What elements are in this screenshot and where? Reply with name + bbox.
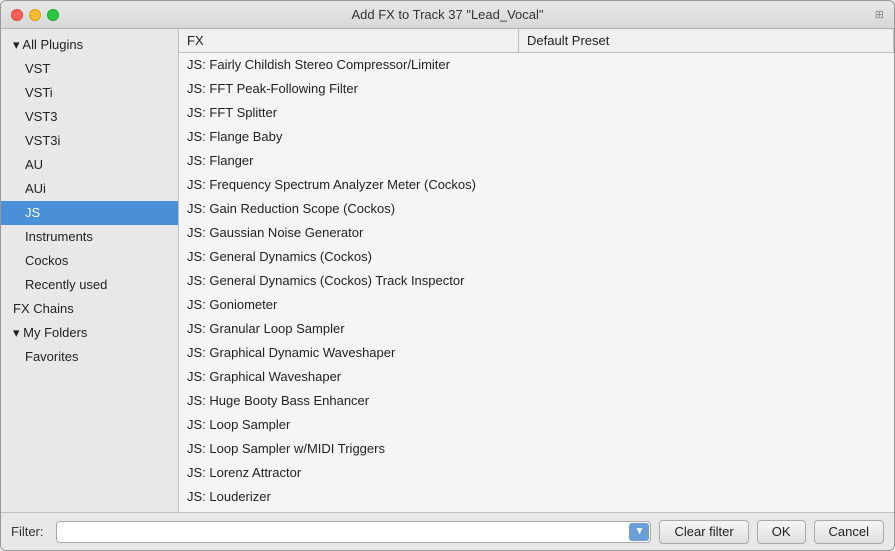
fx-list-item[interactable]: JS: Graphical Waveshaper <box>179 365 894 389</box>
ok-button[interactable]: OK <box>757 520 806 544</box>
filter-dropdown-button[interactable]: ▼ <box>629 523 649 541</box>
filter-label: Filter: <box>11 524 44 539</box>
sidebar-item-instruments[interactable]: Instruments <box>1 225 178 249</box>
main-window: Add FX to Track 37 "Lead_Vocal" ⊞ ▾ All … <box>0 0 895 551</box>
fx-list-item[interactable]: JS: Goniometer <box>179 293 894 317</box>
sidebar-item-recently-used[interactable]: Recently used <box>1 273 178 297</box>
fx-list-item[interactable]: JS: General Dynamics (Cockos) Track Insp… <box>179 269 894 293</box>
titlebar: Add FX to Track 37 "Lead_Vocal" ⊞ <box>1 1 894 29</box>
fx-column-header: FX <box>179 29 519 52</box>
sidebar-item-favorites[interactable]: Favorites <box>1 345 178 369</box>
fx-list-item[interactable]: JS: Lorenz Attractor <box>179 461 894 485</box>
fx-list-item[interactable]: JS: Flanger <box>179 149 894 173</box>
minimize-button[interactable] <box>29 9 41 21</box>
sidebar-item-aui[interactable]: AUi <box>1 177 178 201</box>
sidebar: ▾ All PluginsVSTVSTiVST3VST3iAUAUiJSInst… <box>1 29 179 512</box>
fx-list-item[interactable]: JS: Frequency Spectrum Analyzer Meter (C… <box>179 173 894 197</box>
fx-list-item[interactable]: JS: Flange Baby <box>179 125 894 149</box>
fx-list-header: FX Default Preset <box>179 29 894 53</box>
filter-input[interactable] <box>56 521 652 543</box>
fx-list-item[interactable]: JS: Fairly Childish Stereo Compressor/Li… <box>179 53 894 77</box>
fx-list-item[interactable]: JS: Gaussian Noise Generator <box>179 221 894 245</box>
dropdown-icon: ▼ <box>635 526 645 537</box>
filter-input-wrapper: ▼ <box>56 521 652 543</box>
fx-list-item[interactable]: JS: Loop Sampler w/MIDI Triggers <box>179 437 894 461</box>
sidebar-item-js[interactable]: JS <box>1 201 178 225</box>
fx-list-item[interactable]: JS: Louderizer <box>179 485 894 509</box>
sidebar-item-vst3i[interactable]: VST3i <box>1 129 178 153</box>
traffic-lights <box>11 9 59 21</box>
sidebar-item-cockos[interactable]: Cockos <box>1 249 178 273</box>
fx-list-item[interactable]: JS: General Dynamics (Cockos) <box>179 245 894 269</box>
main-panel: FX Default Preset JS: Fairly Childish St… <box>179 29 894 512</box>
cancel-button[interactable]: Cancel <box>814 520 884 544</box>
content-area: ▾ All PluginsVSTVSTiVST3VST3iAUAUiJSInst… <box>1 29 894 512</box>
preset-column-header: Default Preset <box>519 29 894 52</box>
sidebar-item-all-plugins[interactable]: ▾ All Plugins <box>1 33 178 57</box>
window-title: Add FX to Track 37 "Lead_Vocal" <box>351 7 543 22</box>
fx-list-item[interactable]: JS: FFT Peak-Following Filter <box>179 77 894 101</box>
maximize-button[interactable] <box>47 9 59 21</box>
sidebar-item-my-folders[interactable]: ▾ My Folders <box>1 321 178 345</box>
fx-list-item[interactable]: JS: Gain Reduction Scope (Cockos) <box>179 197 894 221</box>
fx-list-item[interactable]: JS: Granular Loop Sampler <box>179 317 894 341</box>
sidebar-item-vsti[interactable]: VSTi <box>1 81 178 105</box>
resize-icon: ⊞ <box>875 8 884 21</box>
fx-list-item[interactable]: JS: Loop Sampler <box>179 413 894 437</box>
fx-list-item[interactable]: JS: FFT Splitter <box>179 101 894 125</box>
sidebar-item-au[interactable]: AU <box>1 153 178 177</box>
fx-list-item[interactable]: JS: Graphical Dynamic Waveshaper <box>179 341 894 365</box>
fx-list-item[interactable]: JS: Huge Booty Bass Enhancer <box>179 389 894 413</box>
close-button[interactable] <box>11 9 23 21</box>
bottom-bar: Filter: ▼ Clear filter OK Cancel <box>1 512 894 550</box>
sidebar-item-fx-chains[interactable]: FX Chains <box>1 297 178 321</box>
sidebar-item-vst3[interactable]: VST3 <box>1 105 178 129</box>
fx-list[interactable]: JS: Fairly Childish Stereo Compressor/Li… <box>179 53 894 512</box>
sidebar-item-vst[interactable]: VST <box>1 57 178 81</box>
clear-filter-button[interactable]: Clear filter <box>659 520 748 544</box>
